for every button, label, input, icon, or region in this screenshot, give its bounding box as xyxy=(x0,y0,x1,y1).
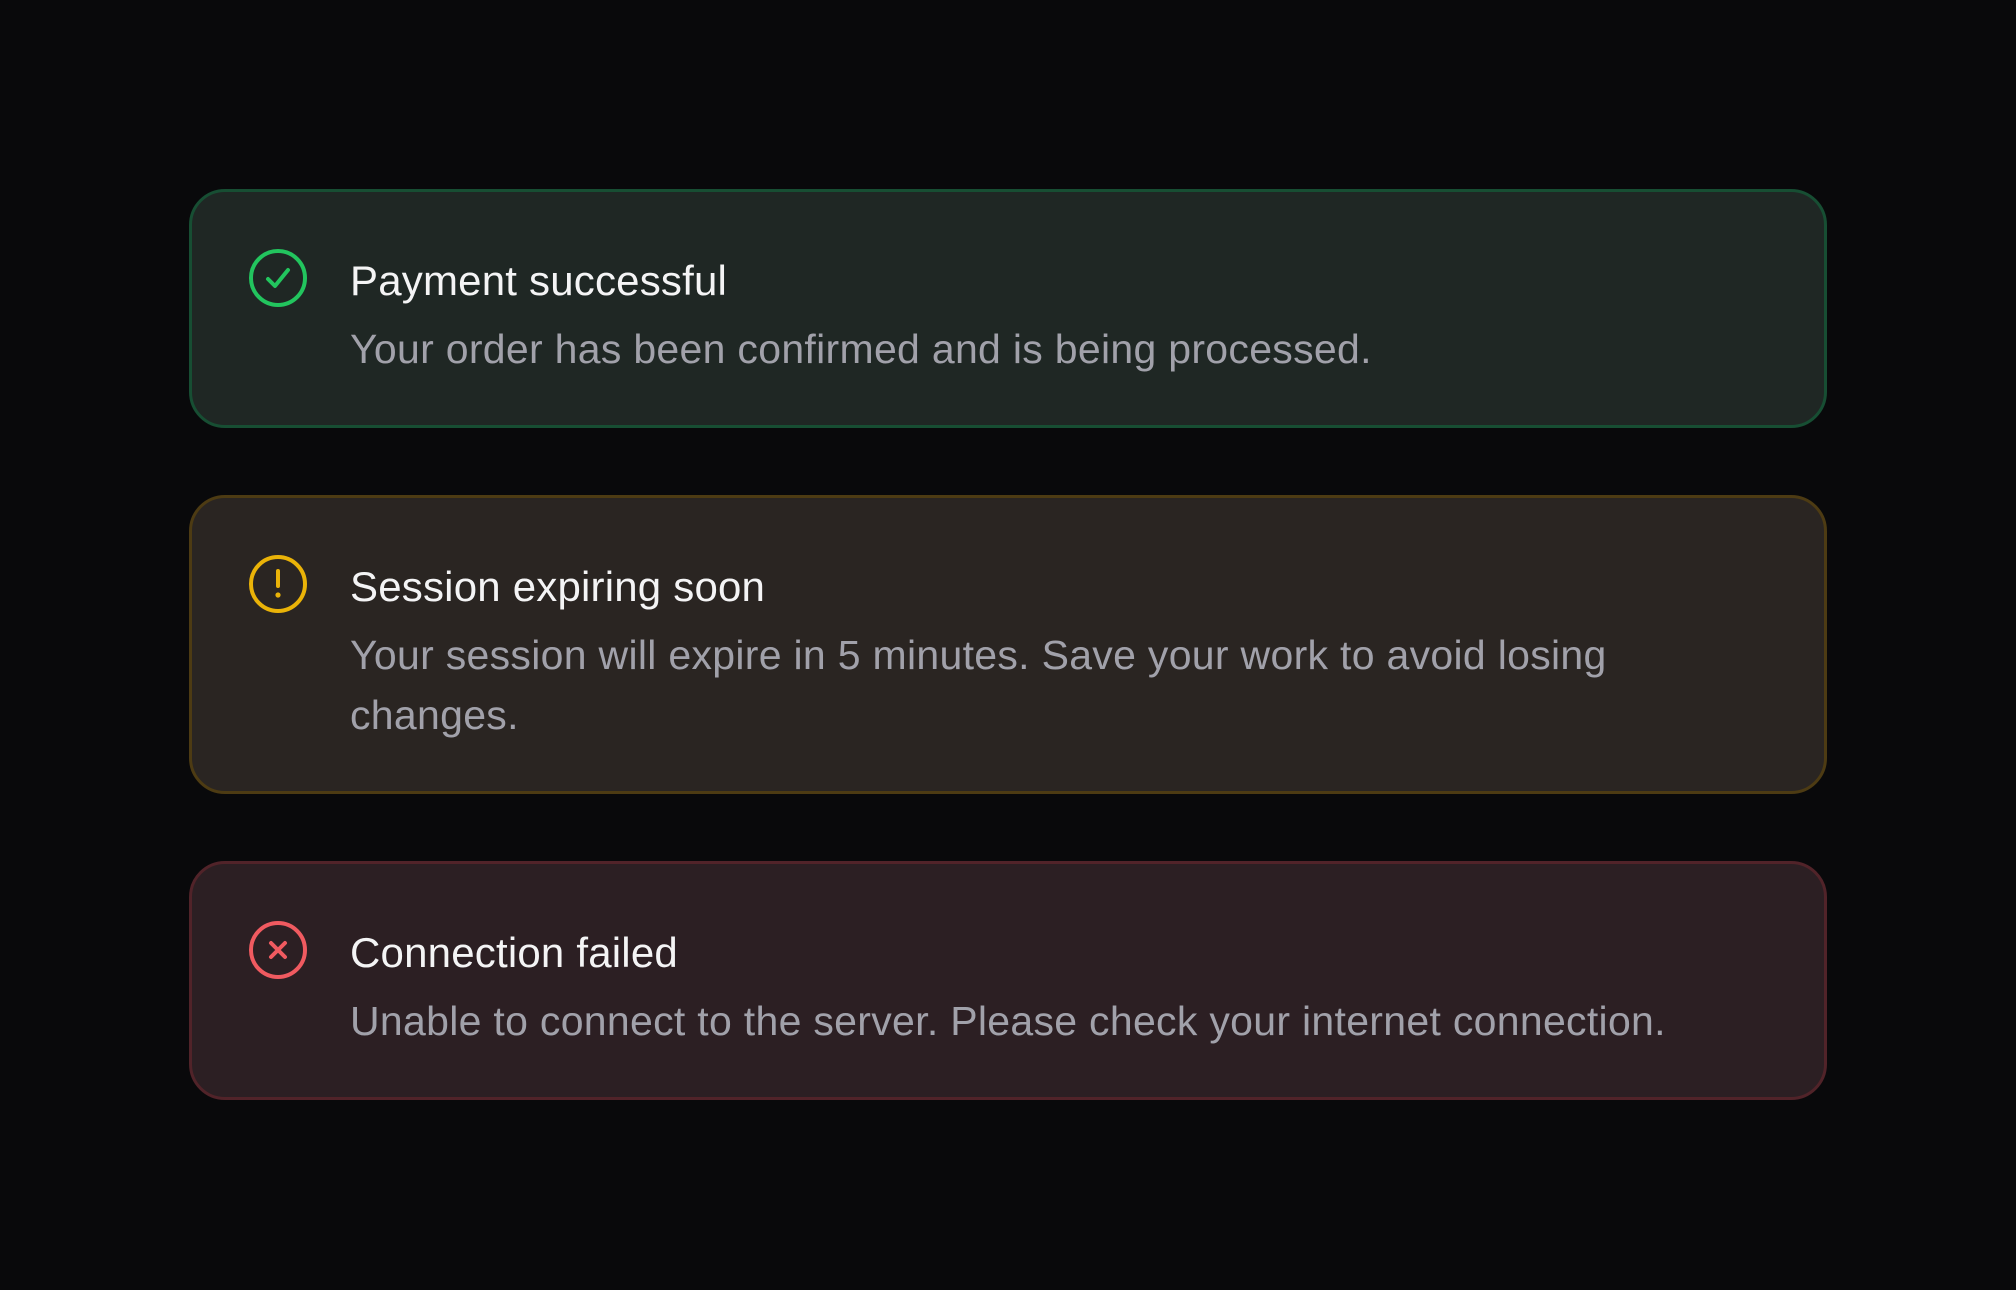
check-circle-icon xyxy=(248,248,308,308)
warning-alert: Session expiring soon Your session will … xyxy=(189,495,1827,794)
alert-message: Your order has been confirmed and is bei… xyxy=(350,326,1372,372)
alert-title: Connection failed xyxy=(350,929,678,976)
error-alert: Connection failed Unable to connect to t… xyxy=(189,861,1827,1100)
alert-list: Payment successful Your order has been c… xyxy=(189,189,1827,1100)
alert-title: Session expiring soon xyxy=(350,563,766,610)
x-circle-icon xyxy=(248,920,308,980)
success-alert: Payment successful Your order has been c… xyxy=(189,189,1827,428)
exclamation-circle-icon xyxy=(248,554,308,614)
alert-message: Unable to connect to the server. Please … xyxy=(350,998,1666,1044)
alert-message: Your session will expire in 5 minutes. S… xyxy=(350,632,1607,738)
alert-title: Payment successful xyxy=(350,257,728,304)
